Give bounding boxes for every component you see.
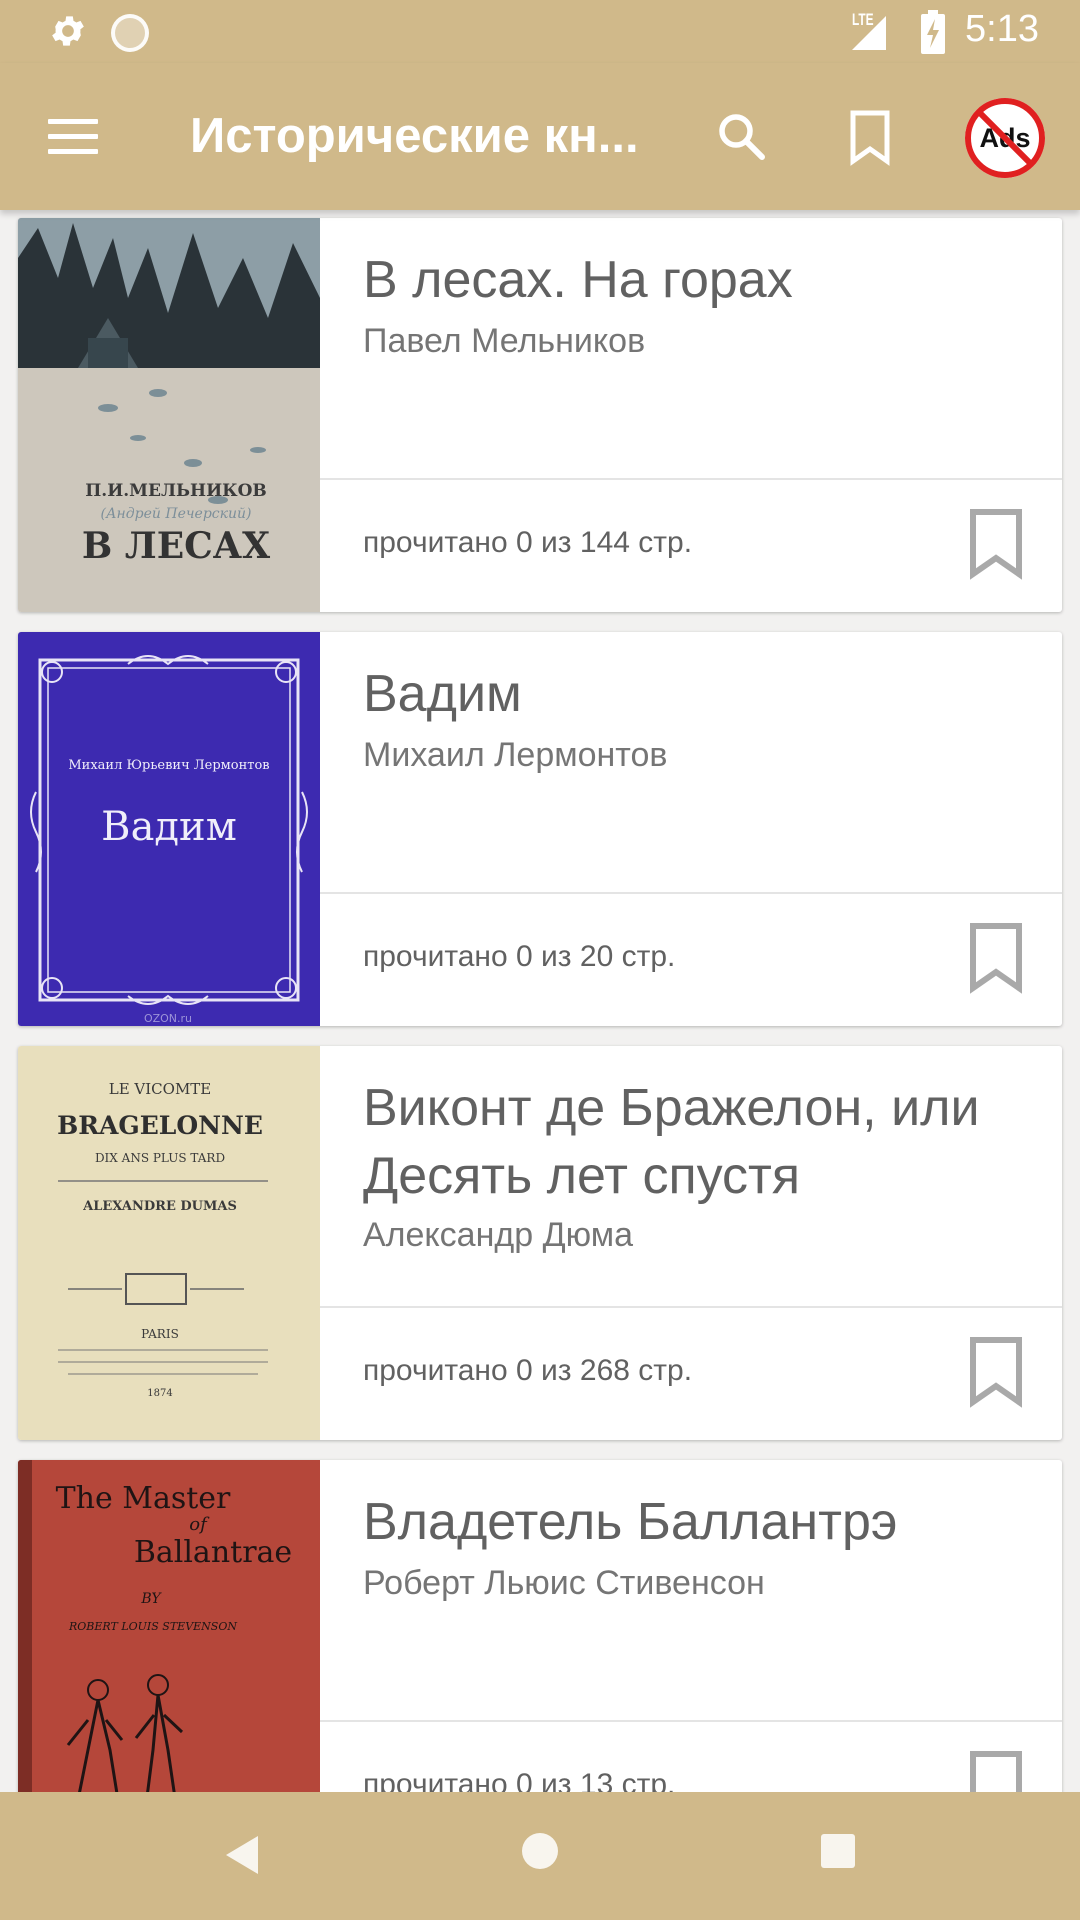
book-title: Владетель Баллантрэ	[363, 1493, 898, 1551]
book-card[interactable]: The Master of Ballantrae BY ROBERT LOUIS…	[18, 1460, 1062, 1792]
reading-progress: прочитано 0 из 20 стр.	[363, 940, 676, 973]
cover-image: LE VICOMTE BRAGELONNE DIX ANS PLUS TARD …	[18, 1046, 320, 1440]
reading-progress: прочитано 0 из 144 стр.	[363, 526, 693, 559]
battery-charging-icon	[921, 10, 945, 54]
reading-progress: прочитано 0 из 13 стр.	[363, 1768, 676, 1792]
home-icon[interactable]	[522, 1833, 558, 1869]
navigation-bar	[0, 1792, 1080, 1920]
book-title: В лесах. На горах	[363, 251, 793, 309]
cover-text: Михаил Юрьевич Лермонтов	[68, 758, 269, 773]
sync-icon	[111, 14, 149, 52]
cover-text: П.И.МЕЛЬНИКОВ	[85, 481, 267, 501]
menu-icon[interactable]	[40, 106, 102, 168]
cover-text: 1874	[147, 1388, 172, 1399]
clock: 5:13	[965, 8, 1039, 50]
book-author: Александр Дюма	[363, 1216, 633, 1254]
book-card[interactable]: LE VICOMTE BRAGELONNE DIX ANS PLUS TARD …	[18, 1046, 1062, 1440]
book-cover[interactable]: П.И.МЕЛЬНИКОВ (Андрей Печерский) В ЛЕСАХ	[18, 218, 320, 612]
cover-text: BRAGELONNE	[57, 1111, 263, 1140]
back-icon[interactable]	[218, 1830, 268, 1880]
status-bar: LTE 5:13	[0, 0, 1080, 63]
divider	[320, 478, 1062, 480]
book-card[interactable]: Михаил Юрьевич Лермонтов Вадим OZON.ru В…	[18, 632, 1062, 1026]
cover-text: DIX ANS PLUS TARD	[95, 1151, 225, 1165]
cover-text: BY	[140, 1591, 162, 1607]
cover-text: (Андрей Печерский)	[100, 506, 251, 522]
book-title: Вадим	[363, 665, 522, 723]
book-author: Михаил Лермонтов	[363, 736, 668, 774]
divider	[320, 892, 1062, 894]
cover-text: В ЛЕСАХ	[82, 525, 270, 567]
recent-apps-icon[interactable]	[821, 1834, 855, 1868]
cover-text: Вадим	[101, 804, 237, 850]
cover-image: П.И.МЕЛЬНИКОВ (Андрей Печерский) В ЛЕСАХ	[18, 218, 320, 612]
bookmark-icon[interactable]	[968, 1750, 1024, 1792]
book-author: Роберт Льюис Стивенсон	[363, 1564, 765, 1602]
book-list: П.И.МЕЛЬНИКОВ (Андрей Печерский) В ЛЕСАХ…	[0, 210, 1080, 1792]
book-cover[interactable]: The Master of Ballantrae BY ROBERT LOUIS…	[18, 1460, 320, 1792]
app-bar: Исторические кн... Ads	[0, 63, 1080, 210]
cover-text: PARIS	[141, 1327, 179, 1341]
divider	[320, 1306, 1062, 1308]
bookmark-icon[interactable]	[840, 107, 900, 167]
page-title: Исторические кн...	[190, 109, 639, 163]
cover-text: ROBERT LOUIS STEVENSON	[68, 1620, 237, 1633]
cover-text: The Master	[56, 1481, 231, 1516]
cover-text: ALEXANDRE DUMAS	[82, 1199, 237, 1214]
network-type: LTE	[852, 10, 874, 29]
book-author: Павел Мельников	[363, 322, 646, 360]
bookmark-icon[interactable]	[968, 922, 1024, 994]
book-card[interactable]: П.И.МЕЛЬНИКОВ (Андрей Печерский) В ЛЕСАХ…	[18, 218, 1062, 612]
cover-text: OZON.ru	[144, 1012, 192, 1025]
cover-image: The Master of Ballantrae BY ROBERT LOUIS…	[18, 1460, 320, 1792]
bookmark-icon[interactable]	[968, 508, 1024, 580]
book-cover[interactable]: Михаил Юрьевич Лермонтов Вадим OZON.ru	[18, 632, 320, 1026]
book-cover[interactable]: LE VICOMTE BRAGELONNE DIX ANS PLUS TARD …	[18, 1046, 320, 1440]
bookmark-icon[interactable]	[968, 1336, 1024, 1408]
book-title: Виконт де Бражелон, или Десять лет спуст…	[363, 1079, 980, 1205]
reading-progress: прочитано 0 из 268 стр.	[363, 1354, 693, 1387]
divider	[320, 1720, 1062, 1722]
search-icon[interactable]	[712, 107, 772, 167]
cover-text: LE VICOMTE	[109, 1080, 212, 1098]
cover-text: Ballantrae	[134, 1535, 292, 1570]
no-ads-icon[interactable]: Ads	[962, 95, 1048, 181]
cover-image: Михаил Юрьевич Лермонтов Вадим OZON.ru	[18, 632, 320, 1026]
settings-icon	[52, 16, 84, 46]
